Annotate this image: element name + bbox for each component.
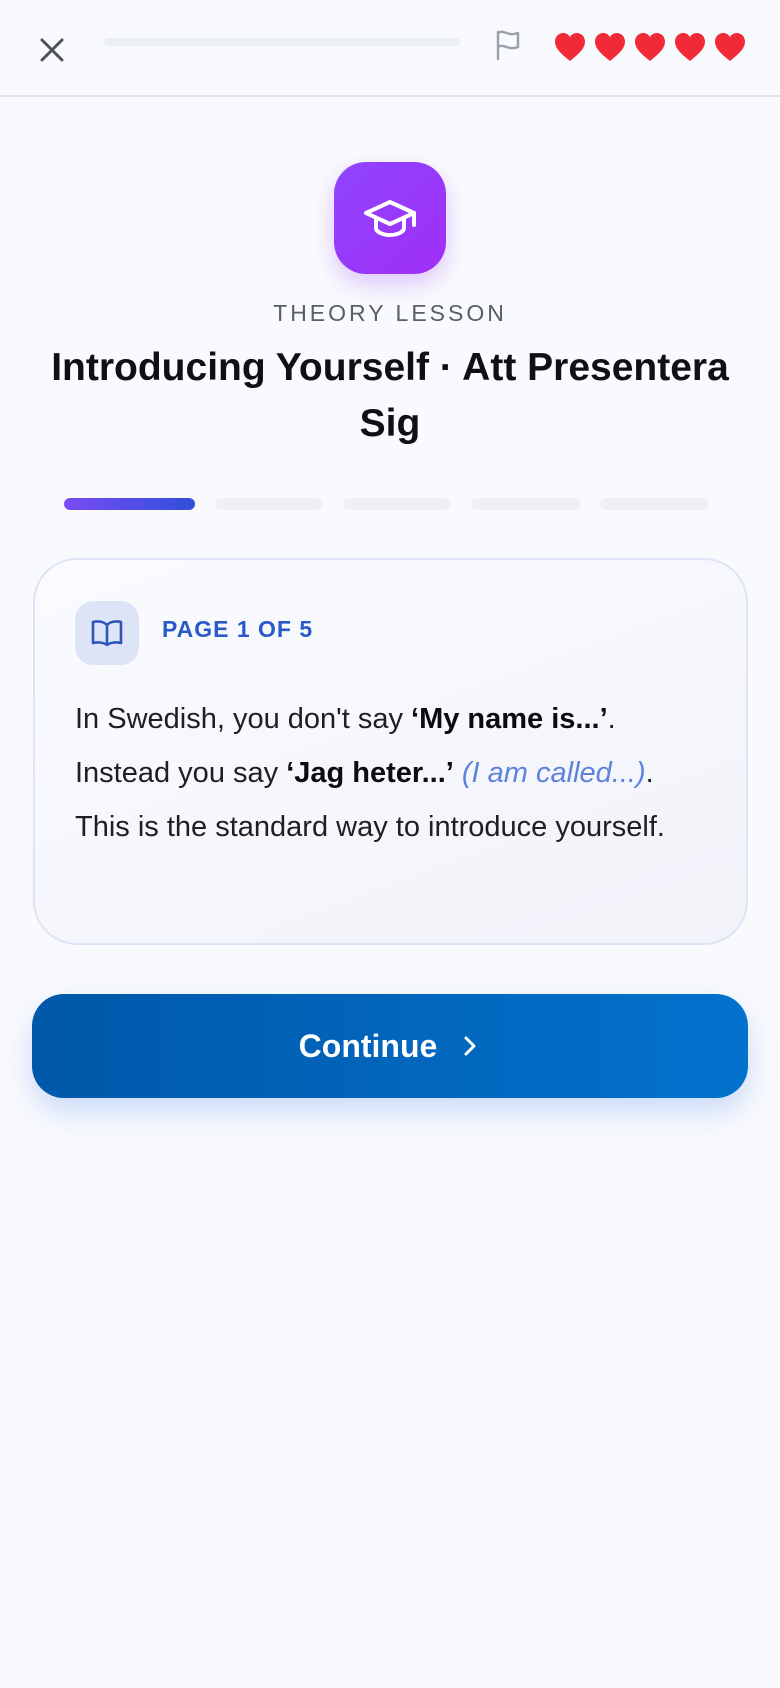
theory-text-part: In Swedish, you don't say (75, 703, 412, 735)
continue-button[interactable]: Continue (32, 994, 748, 1098)
theory-text: In Swedish, you don't say ‘My name is...… (75, 692, 715, 854)
report-button[interactable] (490, 26, 526, 64)
close-icon (40, 38, 64, 62)
page-segment (64, 498, 195, 510)
continue-label: Continue (298, 1027, 438, 1064)
heart-icon (715, 33, 745, 61)
page-segment (343, 498, 452, 510)
lesson-progress-bar (104, 38, 460, 46)
lesson-type-badge (334, 162, 446, 274)
card-icon-badge (75, 601, 139, 665)
lesson-title: Introducing Yourself · Att Presentera Si… (51, 346, 729, 445)
theory-text-translation: (I am called...) (461, 757, 646, 789)
theory-card: PAGE 1 OF 5 In Swedish, you don't say ‘M… (33, 558, 748, 945)
hearts-lives (554, 32, 746, 64)
theory-text-emphasis: ‘My name is...’ (411, 703, 608, 735)
graduation-cap-icon (364, 200, 416, 238)
close-button[interactable] (30, 28, 74, 72)
lesson-type-label: THEORY LESSON (273, 300, 507, 326)
page-indicator: PAGE 1 OF 5 (162, 616, 314, 642)
heart-icon (675, 33, 705, 61)
page-segment (599, 498, 708, 510)
theory-text-part (454, 757, 462, 789)
page-progress (64, 498, 708, 510)
flag-icon (496, 30, 520, 61)
heart-icon (555, 33, 585, 61)
theory-text-emphasis: ‘Jag heter...’ (286, 757, 454, 789)
heart-icon (635, 33, 665, 61)
top-bar (0, 0, 780, 97)
page-segment (471, 498, 580, 510)
page-segment (214, 498, 324, 510)
open-book-icon (91, 620, 123, 647)
heart-icon (595, 33, 625, 61)
chevron-right-icon (464, 1036, 476, 1056)
